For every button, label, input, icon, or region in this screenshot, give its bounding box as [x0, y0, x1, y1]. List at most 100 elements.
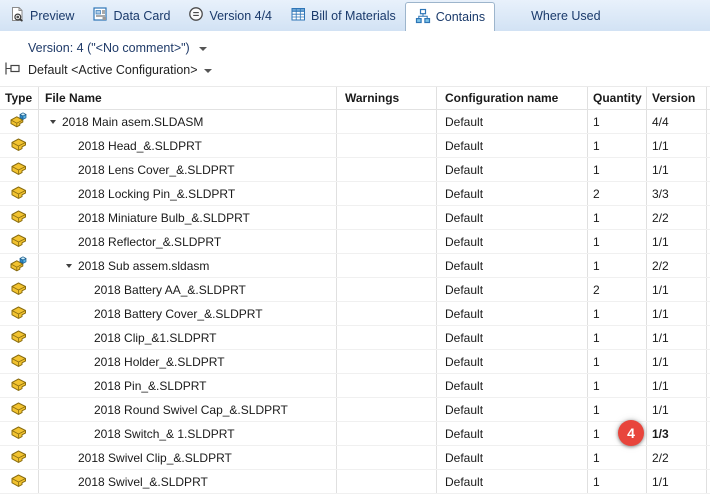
part-icon: [9, 231, 29, 252]
file-name-cell: 2018 Reflector_&.SLDPRT: [39, 230, 337, 253]
warnings-cell: [337, 326, 437, 349]
part-icon: [9, 159, 29, 180]
contains-table: Type File Name Warnings Configuration na…: [0, 86, 710, 494]
version-cell: 1/1: [647, 158, 707, 181]
version-cell: 2/2: [647, 254, 707, 277]
configuration-cell: Default: [437, 446, 588, 469]
table-row[interactable]: 2018 Swivel Clip_&.SLDPRT Default 1 2/2: [0, 446, 710, 470]
table-row[interactable]: 2018 Switch_& 1.SLDPRT Default 1 1/3: [0, 422, 710, 446]
indent-spacer: [50, 409, 82, 410]
file-name: 2018 Pin_&.SLDPRT: [94, 379, 207, 393]
file-name: 2018 Battery Cover_&.SLDPRT: [94, 307, 263, 321]
column-header-type[interactable]: Type: [0, 87, 39, 109]
configuration-cell: Default: [437, 422, 588, 445]
tab-label: Bill of Materials: [311, 9, 396, 23]
indent-spacer: [50, 217, 66, 218]
tree-expand-arrow[interactable]: [50, 120, 62, 124]
file-name-cell: 2018 Swivel Clip_&.SLDPRT: [39, 446, 337, 469]
file-name: 2018 Sub assem.sldasm: [78, 259, 209, 273]
table-row[interactable]: 2018 Locking Pin_&.SLDPRT Default 2 3/3: [0, 182, 710, 206]
tab-bar: Preview Data Card Version 4/4: [0, 0, 710, 31]
dropdown-caret-icon: [204, 69, 212, 73]
table-row[interactable]: 2018 Reflector_&.SLDPRT Default 1 1/1: [0, 230, 710, 254]
type-cell: [0, 350, 39, 373]
warnings-cell: [337, 182, 437, 205]
column-header-configuration-name[interactable]: Configuration name: [437, 87, 588, 109]
warnings-cell: [337, 158, 437, 181]
preview-icon: [9, 6, 25, 25]
table-row[interactable]: 2018 Pin_&.SLDPRT Default 1 1/1: [0, 374, 710, 398]
file-name: 2018 Clip_&1.SLDPRT: [94, 331, 217, 345]
tab-bill-of-materials[interactable]: Bill of Materials: [281, 0, 405, 31]
tab-data-card[interactable]: Data Card: [83, 0, 179, 31]
version-cell: 1/1: [647, 134, 707, 157]
file-name-cell: 2018 Head_&.SLDPRT: [39, 134, 337, 157]
warnings-cell: [337, 206, 437, 229]
configuration-cell: Default: [437, 182, 588, 205]
indent-spacer: [50, 433, 82, 434]
part-icon: [9, 399, 29, 420]
tab-where-used[interactable]: Where Used: [495, 0, 609, 31]
part-icon: [9, 327, 29, 348]
table-row[interactable]: 2018 Battery AA_&.SLDPRT Default 2 1/1: [0, 278, 710, 302]
table-row[interactable]: 2018 Clip_&1.SLDPRT Default 1 1/1: [0, 326, 710, 350]
dropdown-caret-icon: [199, 47, 207, 51]
column-header-quantity[interactable]: Quantity: [588, 87, 647, 109]
version-selector[interactable]: Version: 4 ("<No comment>"): [28, 38, 207, 58]
warnings-cell: [337, 302, 437, 325]
table-row[interactable]: 2018 Battery Cover_&.SLDPRT Default 1 1/…: [0, 302, 710, 326]
chevron-down-icon: [66, 264, 72, 268]
file-name: 2018 Switch_& 1.SLDPRT: [94, 427, 235, 441]
indent-spacer: [50, 385, 82, 386]
table-row[interactable]: 2018 Swivel_&.SLDPRT Default 1 1/1: [0, 470, 710, 494]
assembly-icon: [9, 111, 29, 132]
table-header-row: Type File Name Warnings Configuration na…: [0, 86, 710, 110]
column-header-warnings[interactable]: Warnings: [337, 87, 437, 109]
configuration-cell: Default: [437, 230, 588, 253]
quantity-cell: 1: [588, 110, 647, 133]
file-name-cell: 2018 Miniature Bulb_&.SLDPRT: [39, 206, 337, 229]
file-name-cell: 2018 Switch_& 1.SLDPRT: [39, 422, 337, 445]
warnings-cell: [337, 230, 437, 253]
tab-preview[interactable]: Preview: [0, 0, 83, 31]
tab-label: Data Card: [113, 9, 170, 23]
type-cell: [0, 302, 39, 325]
chevron-down-icon: [50, 120, 56, 124]
quantity-cell: 2: [588, 182, 647, 205]
quantity-cell: 1: [588, 398, 647, 421]
part-icon: [9, 375, 29, 396]
configuration-selector[interactable]: Default <Active Configuration>: [4, 60, 212, 80]
file-name-cell: 2018 Battery Cover_&.SLDPRT: [39, 302, 337, 325]
part-icon: [9, 279, 29, 300]
configuration-cell: Default: [437, 326, 588, 349]
file-name: 2018 Locking Pin_&.SLDPRT: [78, 187, 235, 201]
quantity-cell: 1: [588, 230, 647, 253]
configuration-cell: Default: [437, 374, 588, 397]
table-row[interactable]: 2018 Main asem.SLDASM Default 1 4/4: [0, 110, 710, 134]
type-cell: [0, 278, 39, 301]
table-row[interactable]: 2018 Sub assem.sldasm Default 1 2/2: [0, 254, 710, 278]
type-cell: [0, 374, 39, 397]
type-cell: [0, 326, 39, 349]
table-row[interactable]: 2018 Miniature Bulb_&.SLDPRT Default 1 2…: [0, 206, 710, 230]
column-header-version[interactable]: Version: [647, 87, 707, 109]
indent-spacer: [50, 265, 66, 266]
table-row[interactable]: 2018 Round Swivel Cap_&.SLDPRT Default 1…: [0, 398, 710, 422]
table-row[interactable]: 2018 Lens Cover_&.SLDPRT Default 1 1/1: [0, 158, 710, 182]
configuration-cell: Default: [437, 158, 588, 181]
tab-contains[interactable]: Contains: [405, 2, 495, 31]
configuration-cell: Default: [437, 350, 588, 373]
warnings-cell: [337, 350, 437, 373]
tab-version[interactable]: Version 4/4: [179, 0, 281, 31]
part-icon: [9, 207, 29, 228]
configuration-cell: Default: [437, 398, 588, 421]
table-row[interactable]: 2018 Head_&.SLDPRT Default 1 1/1: [0, 134, 710, 158]
indent-spacer: [50, 169, 66, 170]
table-row[interactable]: 2018 Holder_&.SLDPRT Default 1 1/1: [0, 350, 710, 374]
configuration-cell: Default: [437, 470, 588, 493]
warnings-cell: [337, 470, 437, 493]
quantity-cell: 1: [588, 374, 647, 397]
tab-label: Contains: [436, 10, 485, 24]
column-header-file-name[interactable]: File Name: [39, 87, 337, 109]
tree-expand-arrow[interactable]: [66, 264, 78, 268]
